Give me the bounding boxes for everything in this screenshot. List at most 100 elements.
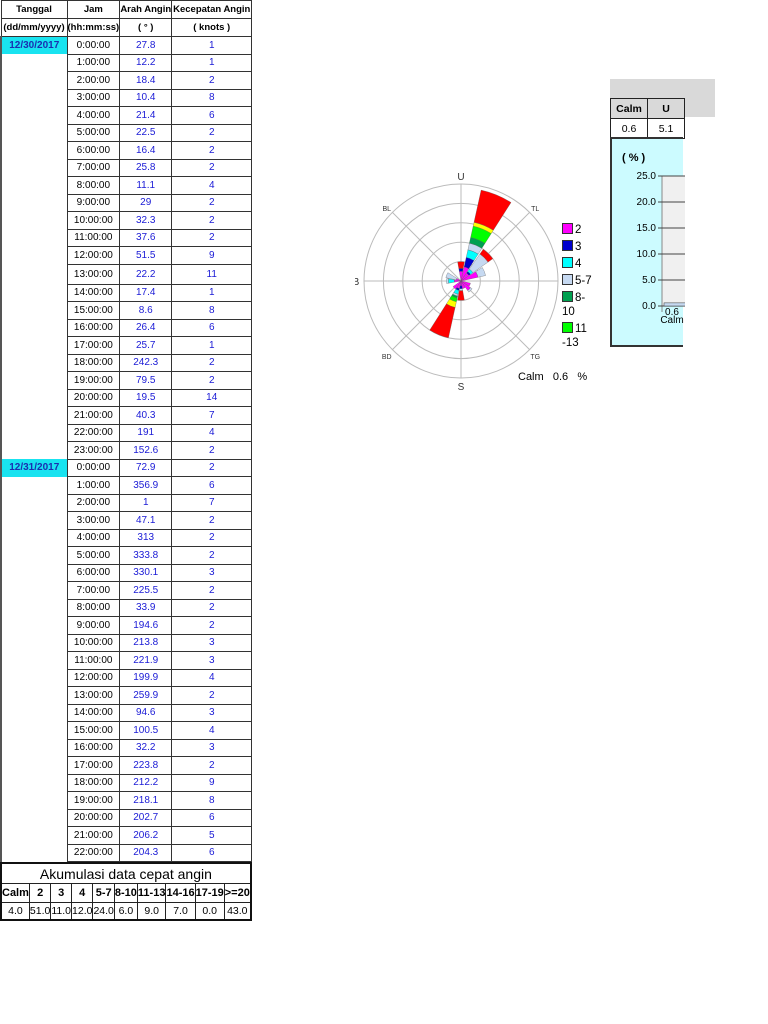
speed-cell: 5 <box>171 826 253 845</box>
direction-cell: 212.2 <box>119 773 173 792</box>
time-cell: 6:00:00 <box>66 141 121 160</box>
time-cell: 1:00:00 <box>66 53 121 72</box>
direction-cell: 94.6 <box>119 703 173 722</box>
direction-cell: 242.3 <box>119 353 173 372</box>
time-cell: 20:00:00 <box>66 388 121 407</box>
date-cell <box>0 264 68 284</box>
bar-chart: ( % )25.020.015.010.05.00.00.6Calm <box>622 152 692 326</box>
speed-cell: 4 <box>171 176 253 195</box>
speed-cell: 8 <box>171 301 253 320</box>
table-row: 15:00:00 8.6 8 <box>0 301 253 320</box>
speed-class-value: 7.0 <box>165 902 196 921</box>
table-row: 8:00:00 11.1 4 <box>0 176 253 195</box>
x-tick-label: Calm <box>660 315 683 326</box>
y-tick-label: 0.0 <box>642 301 656 312</box>
speed-cell: 1 <box>171 36 253 55</box>
table-row: 23:00:00 152.6 2 <box>0 441 253 460</box>
time-cell: 18:00:00 <box>66 773 121 792</box>
direction-label: BL <box>382 206 391 213</box>
date-cell <box>0 511 68 529</box>
date-cell <box>0 246 68 264</box>
time-cell: 19:00:00 <box>66 371 121 390</box>
date-cell <box>0 284 68 302</box>
direction-cell: 72.9 <box>119 458 173 477</box>
direction-cell: 18.4 <box>119 71 173 90</box>
table-row: 2:00:00 1 7 <box>0 493 253 512</box>
speed-cell: 9 <box>171 246 253 265</box>
direction-cell: 22.5 <box>119 123 173 142</box>
legend-swatch <box>562 257 573 268</box>
date-cell <box>0 441 68 459</box>
table-row: 12:00:00 51.5 9 <box>0 246 253 265</box>
table-row: 14:00:00 17.4 1 <box>0 283 253 302</box>
speed-class-header: 14-16 <box>165 883 196 903</box>
direction-cell: 1 <box>119 493 173 512</box>
date-cell <box>0 844 68 862</box>
table-row: 3:00:00 47.1 2 <box>0 511 253 530</box>
table-row: 1:00:00 12.2 1 <box>0 53 253 72</box>
table-row: 9:00:00 29 2 <box>0 193 253 212</box>
direction-cell: 204.3 <box>119 843 173 862</box>
time-cell: 14:00:00 <box>66 703 121 722</box>
time-cell: 7:00:00 <box>66 581 121 600</box>
table-row: 8:00:00 33.9 2 <box>0 598 253 617</box>
direction-label: B <box>355 277 360 288</box>
time-cell: 5:00:00 <box>66 123 121 142</box>
calm-unit: % <box>577 371 588 383</box>
date-cell: 12/31/2017 <box>0 459 68 477</box>
header-u: U <box>647 98 685 119</box>
calm-label: Calm <box>518 371 544 383</box>
direction-cell: 22.2 <box>119 263 173 285</box>
speed-cell: 6 <box>171 808 253 827</box>
table-row: 7:00:00 25.8 2 <box>0 158 253 177</box>
table-row: 4:00:00 21.4 6 <box>0 106 253 125</box>
direction-cell: 51.5 <box>119 246 173 265</box>
speed-class-header: 17-19 <box>194 883 225 903</box>
date-cell: 12/30/2017 <box>0 36 68 54</box>
time-cell: 16:00:00 <box>66 318 121 337</box>
accumulation-table: Akumulasi data cepat angin Calm 2 3 4 5-7 8-1… <box>0 862 252 921</box>
direction-cell: 40.3 <box>119 406 173 425</box>
direction-cell: 10.4 <box>119 88 173 107</box>
speed-cell: 3 <box>171 563 253 582</box>
speed-cell: 6 <box>171 476 253 495</box>
date-cell <box>0 159 68 177</box>
column-header: Jam <box>66 0 121 19</box>
speed-cell: 2 <box>171 441 253 460</box>
table-row: 12/30/2017 0:00:00 27.8 1 <box>0 36 253 55</box>
table-row: 11:00:00 221.9 3 <box>0 651 253 670</box>
speed-cell: 11 <box>171 263 253 285</box>
time-cell: 11:00:00 <box>66 651 121 670</box>
speed-cell: 4 <box>171 668 253 687</box>
speed-cell: 3 <box>171 651 253 670</box>
speed-cell: 2 <box>171 546 253 565</box>
legend-label: 5-7 <box>575 275 592 287</box>
table-row: 16:00:00 26.4 6 <box>0 318 253 337</box>
time-cell: 12:00:00 <box>66 668 121 687</box>
table-row: 5:00:00 22.5 2 <box>0 123 253 142</box>
direction-cell: 25.8 <box>119 158 173 177</box>
direction-cell: 19.5 <box>119 388 173 407</box>
time-cell: 16:00:00 <box>66 738 121 757</box>
time-cell: 4:00:00 <box>66 528 121 547</box>
legend-item: 8-10 <box>562 291 590 319</box>
speed-cell: 2 <box>171 528 253 547</box>
legend-swatch <box>562 322 573 333</box>
speed-class-header: >=20 <box>223 883 252 903</box>
time-cell: 20:00:00 <box>66 808 121 827</box>
rose-petal-segment <box>446 278 449 284</box>
accumulation-title: Akumulasi data cepat angin <box>0 862 252 884</box>
date-cell <box>0 354 68 372</box>
wind-rose-chart: UTLTTGSBDBBL <box>355 172 565 390</box>
speed-class-header: 8-10 <box>113 883 138 903</box>
date-cell <box>0 89 68 107</box>
time-cell: 10:00:00 <box>66 633 121 652</box>
date-cell <box>0 494 68 512</box>
speed-class-value: 24.0 <box>92 902 115 921</box>
time-cell: 6:00:00 <box>66 563 121 582</box>
date-cell <box>0 54 68 72</box>
time-cell: 8:00:00 <box>66 598 121 617</box>
direction-cell: 33.9 <box>119 598 173 617</box>
rose-petal-segment <box>459 288 463 291</box>
table-row: 10:00:00 32.3 2 <box>0 211 253 230</box>
